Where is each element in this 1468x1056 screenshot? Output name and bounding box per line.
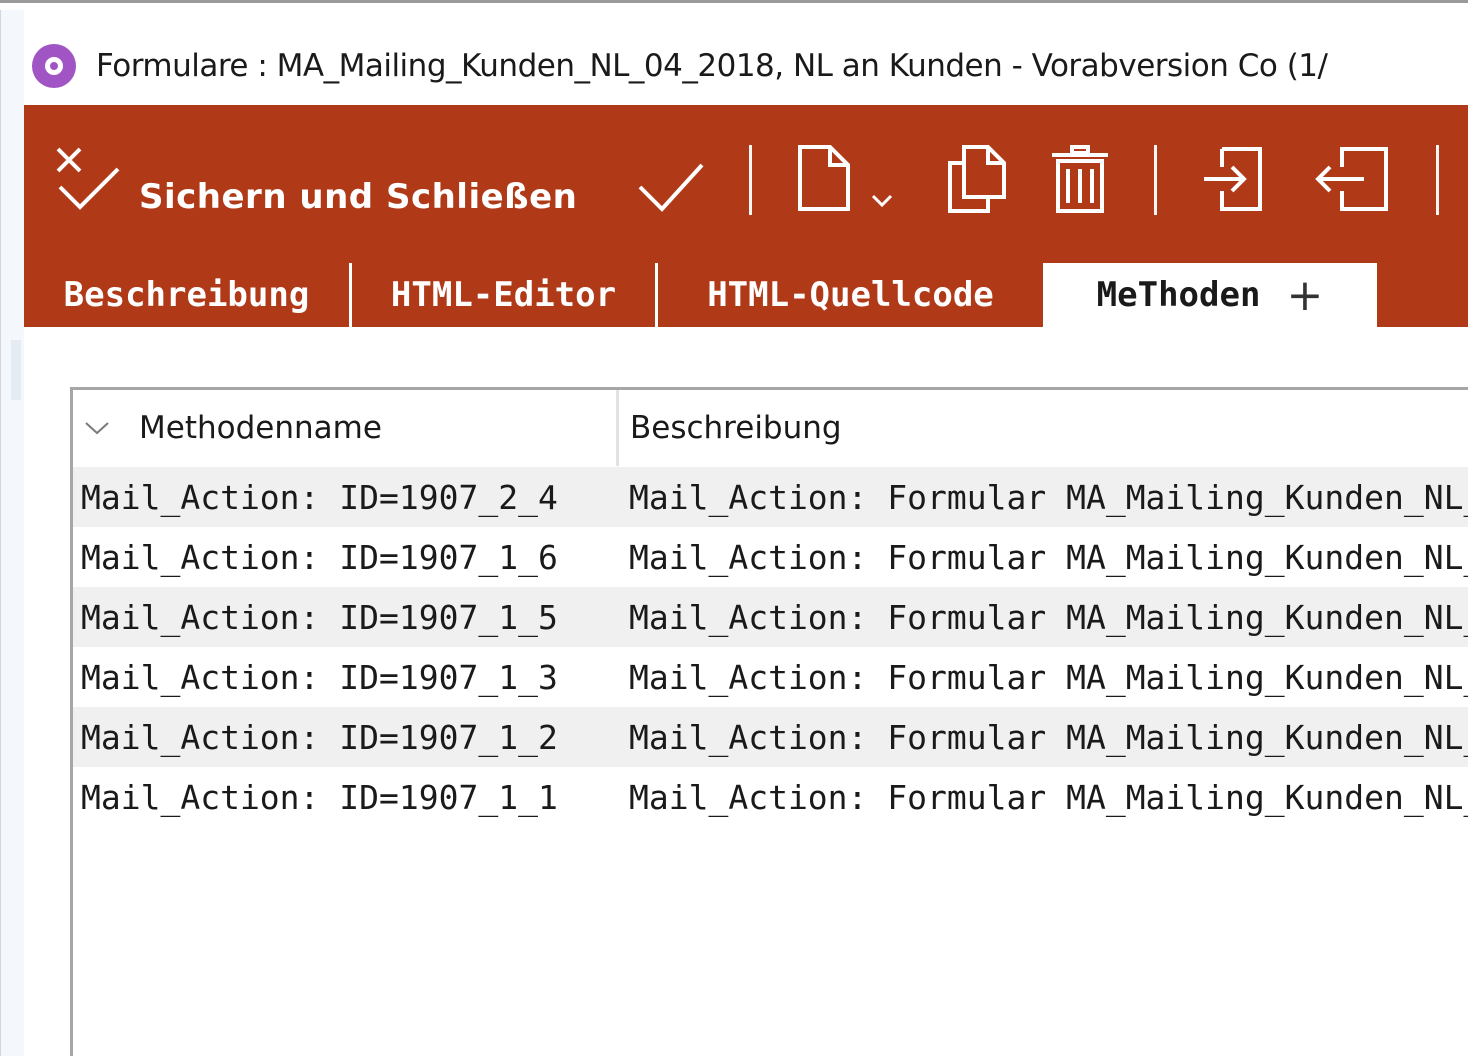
cell-description: Mail_Action: Formular MA_Mailing_Kunden_… — [629, 657, 1468, 697]
window-left-resize-handle[interactable] — [11, 340, 21, 400]
checkmark-icon — [638, 163, 704, 212]
cell-method-name: Mail_Action: ID=1907_1_1 — [81, 777, 558, 817]
import-icon — [1204, 147, 1262, 211]
export-icon — [1315, 147, 1388, 211]
toolbar-separator — [1436, 145, 1439, 215]
table-row[interactable]: Mail_Action: ID=1907_1_6 Mail_Action: Fo… — [73, 527, 1468, 587]
column-header-beschreibung[interactable]: Beschreibung — [622, 390, 842, 466]
methods-table: Methodenname Beschreibung Mail_Action: I… — [70, 387, 1468, 1056]
cell-description: Mail_Action: Formular MA_Mailing_Kunden_… — [629, 537, 1468, 577]
title-bar: Formulare : MA_Mailing_Kunden_NL_04_2018… — [24, 10, 1468, 105]
table-row[interactable]: Mail_Action: ID=1907_2_4 Mail_Action: Fo… — [73, 467, 1468, 527]
tab-html-editor[interactable]: HTML-Editor — [352, 263, 658, 327]
window-left-frame — [0, 10, 24, 1056]
trash-icon — [1052, 145, 1108, 213]
save-button[interactable] — [636, 157, 706, 217]
table-row[interactable]: Mail_Action: ID=1907_1_1 Mail_Action: Fo… — [73, 767, 1468, 827]
export-button[interactable] — [1312, 145, 1390, 213]
column-header-methodenname[interactable]: Methodenname — [73, 390, 619, 466]
cell-description: Mail_Action: Formular MA_Mailing_Kunden_… — [629, 717, 1468, 757]
toolbar-separator — [749, 145, 752, 215]
column-header-methodenname-label: Methodenname — [139, 410, 382, 446]
new-document-button[interactable] — [794, 143, 854, 213]
tab-bar: Beschreibung HTML-Editor HTML-Quellcode … — [24, 263, 1468, 327]
window-title: Formulare : MA_Mailing_Kunden_NL_04_2018… — [96, 48, 1328, 84]
new-document-dropdown[interactable] — [870, 191, 894, 211]
toolbar-separator — [1154, 145, 1157, 215]
table-header: Methodenname Beschreibung — [73, 390, 1468, 466]
table-row[interactable]: Mail_Action: ID=1907_1_2 Mail_Action: Fo… — [73, 707, 1468, 767]
sort-descending-icon — [83, 420, 117, 436]
table-row[interactable]: Mail_Action: ID=1907_1_5 Mail_Action: Fo… — [73, 587, 1468, 647]
table-row[interactable]: Mail_Action: ID=1907_1_3 Mail_Action: Fo… — [73, 647, 1468, 707]
delete-button[interactable] — [1050, 143, 1110, 215]
add-tab-button[interactable]: + — [1286, 270, 1323, 321]
cell-method-name: Mail_Action: ID=1907_2_4 — [81, 477, 558, 517]
save-close-label[interactable]: Sichern und Schließen — [139, 177, 577, 217]
cell-description: Mail_Action: Formular MA_Mailing_Kunden_… — [629, 597, 1468, 637]
import-button[interactable] — [1200, 145, 1270, 213]
tab-methoden[interactable]: MeThoden + — [1043, 263, 1377, 327]
save-close-button[interactable] — [52, 143, 122, 213]
save-close-icon — [56, 147, 120, 210]
cell-method-name: Mail_Action: ID=1907_1_6 — [81, 537, 558, 577]
cell-method-name: Mail_Action: ID=1907_1_3 — [81, 657, 558, 697]
ribbon-toolbar: Sichern und Schließen — [24, 105, 1468, 263]
dropdown-chevron-icon — [871, 194, 893, 208]
tab-html-quellcode[interactable]: HTML-Quellcode — [658, 263, 1043, 327]
copy-icon — [948, 145, 1006, 213]
new-document-icon — [798, 145, 850, 211]
cell-description: Mail_Action: Formular MA_Mailing_Kunden_… — [629, 477, 1468, 517]
tab-beschreibung[interactable]: Beschreibung — [24, 263, 352, 327]
cell-description: Mail_Action: Formular MA_Mailing_Kunden_… — [629, 777, 1468, 817]
record-icon — [32, 44, 76, 88]
methods-panel: Methodenname Beschreibung Mail_Action: I… — [24, 327, 1468, 1056]
window-top-border — [0, 0, 1468, 10]
cell-method-name: Mail_Action: ID=1907_1_2 — [81, 717, 558, 757]
tab-methoden-label: MeThoden — [1096, 275, 1261, 315]
cell-method-name: Mail_Action: ID=1907_1_5 — [81, 597, 558, 637]
copy-button[interactable] — [944, 143, 1010, 215]
